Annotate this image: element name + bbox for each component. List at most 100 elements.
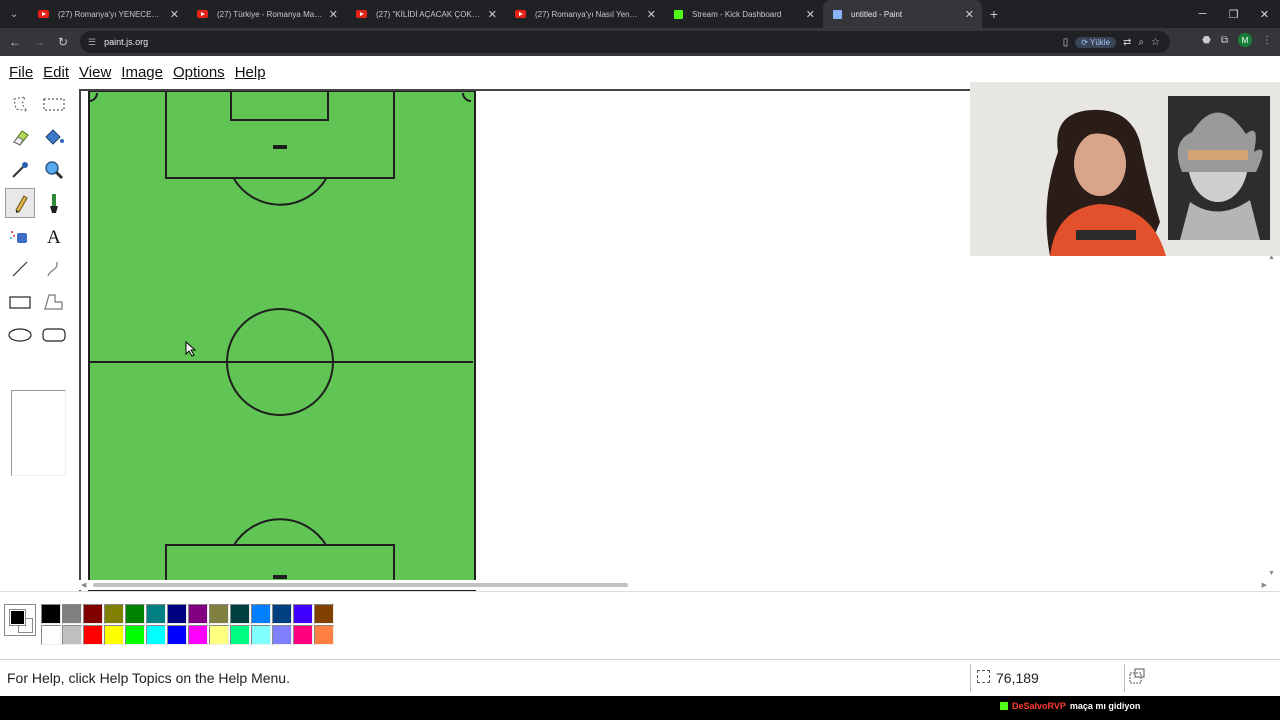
palette-swatch[interactable] [251, 625, 271, 645]
more-menu-icon[interactable]: ⋮ [1262, 35, 1272, 46]
translate-icon[interactable]: ⇄ [1123, 37, 1131, 48]
browser-tab[interactable]: (27) "KİLİDİ AÇACAK ÇOK FAZL... ✕ [346, 0, 505, 28]
close-window-icon[interactable]: ✕ [1249, 0, 1280, 28]
menu-help-label: Help [234, 64, 266, 81]
palette-swatch[interactable] [104, 604, 124, 624]
extension-icon[interactable]: ⬣ [1202, 35, 1211, 46]
youtube-icon [515, 10, 526, 18]
color-picker-tool[interactable] [5, 155, 35, 185]
palette-swatch[interactable] [272, 625, 292, 645]
back-icon[interactable]: ← [3, 35, 27, 49]
palette-swatch[interactable] [104, 625, 124, 645]
site-info-icon[interactable]: ☰ [88, 37, 96, 48]
palette-swatch[interactable] [125, 604, 145, 624]
brush-tool[interactable] [39, 188, 69, 218]
palette-swatch[interactable] [62, 604, 82, 624]
palette-swatch[interactable] [167, 625, 187, 645]
pencil-tool[interactable] [5, 188, 35, 218]
palette-swatch[interactable] [83, 625, 103, 645]
palette-swatch[interactable] [209, 625, 229, 645]
current-colors[interactable] [4, 604, 36, 636]
text-tool[interactable]: A [39, 221, 69, 251]
line-tool[interactable] [5, 254, 35, 284]
tab-search-icon[interactable]: ▯ [1063, 37, 1069, 48]
kick-icon [1000, 702, 1008, 710]
menu-file[interactable]: File [4, 64, 38, 81]
palette-swatch[interactable] [41, 625, 61, 645]
palette-swatch[interactable] [146, 625, 166, 645]
palette-swatch[interactable] [272, 604, 292, 624]
eraser-icon [13, 130, 29, 146]
horizontal-scrollbar[interactable]: ◀ ▶ [79, 580, 1269, 590]
tab-close-icon[interactable]: ✕ [170, 8, 179, 21]
horizontal-scroll-thumb[interactable] [93, 583, 628, 587]
palette-swatch[interactable] [293, 625, 313, 645]
palette-swatch[interactable] [188, 604, 208, 624]
brush-icon [50, 194, 58, 213]
extensions-puzzle-icon[interactable]: ⧉ [1221, 35, 1228, 46]
palette-swatch[interactable] [251, 604, 271, 624]
fill-tool[interactable] [39, 122, 69, 152]
tab-close-icon[interactable]: ✕ [329, 8, 338, 21]
scroll-left-icon[interactable]: ◀ [81, 581, 86, 589]
new-tab-button[interactable]: + [982, 6, 1006, 22]
menu-help[interactable]: Help [230, 64, 271, 81]
browser-tab[interactable]: (27) Romanya'yı Nasıl Yeneriz? ... ✕ [505, 0, 664, 28]
browser-tab[interactable]: untitled - Paint ✕ [823, 0, 982, 28]
palette-swatch[interactable] [41, 604, 61, 624]
tool-options-panel[interactable] [11, 390, 66, 476]
free-select-icon [13, 96, 29, 112]
scroll-right-icon[interactable]: ▶ [1262, 581, 1267, 589]
foreground-color[interactable] [9, 609, 26, 626]
rect-select-tool[interactable] [39, 89, 69, 119]
palette-swatch[interactable] [209, 604, 229, 624]
menu-view[interactable]: View [74, 64, 116, 81]
ellipse-tool[interactable] [5, 320, 35, 350]
palette-swatch[interactable] [293, 604, 313, 624]
minimize-icon[interactable]: ─ [1187, 0, 1218, 28]
free-select-tool[interactable] [5, 89, 35, 119]
forward-icon[interactable]: → [27, 35, 51, 49]
menu-image[interactable]: Image [116, 64, 168, 81]
rounded-rect-tool[interactable] [39, 320, 69, 350]
status-divider [970, 664, 971, 692]
tab-close-icon[interactable]: ✕ [806, 8, 815, 21]
tab-search-icon[interactable]: ⌄ [0, 0, 28, 28]
polygon-tool[interactable] [39, 287, 69, 317]
curve-tool[interactable] [39, 254, 69, 284]
status-bar: For Help, click Help Topics on the Help … [0, 659, 1280, 696]
browser-tab[interactable]: (27) Romanya'yı YENECEK 11'i ... ✕ [28, 0, 187, 28]
palette-swatch[interactable] [146, 604, 166, 624]
palette-swatch[interactable] [314, 625, 334, 645]
profile-avatar[interactable]: M [1238, 33, 1252, 47]
browser-tab[interactable]: (27) Türkiye - Romanya Maç Ön... ✕ [187, 0, 346, 28]
palette-swatch[interactable] [314, 604, 334, 624]
webcam-overlay [970, 82, 1280, 256]
airbrush-tool[interactable] [5, 221, 35, 251]
bookmark-star-icon[interactable]: ☆ [1151, 37, 1160, 48]
restore-icon[interactable]: ❐ [1218, 0, 1249, 28]
menu-edit[interactable]: Edit [38, 64, 74, 81]
rectangle-tool[interactable] [5, 287, 35, 317]
address-bar[interactable]: ☰ paint.js.org ▯ ⟳ Yükle ⇄ ⌕ ☆ [80, 31, 1170, 53]
palette-swatch[interactable] [83, 604, 103, 624]
magnifier-tool[interactable] [39, 155, 69, 185]
tab-close-icon[interactable]: ✕ [965, 8, 974, 21]
tab-close-icon[interactable]: ✕ [647, 8, 656, 21]
pencil-icon [15, 195, 28, 213]
scroll-down-icon[interactable]: ▼ [1268, 570, 1275, 577]
palette-swatch[interactable] [167, 604, 187, 624]
menu-options[interactable]: Options [168, 64, 230, 81]
drawing-canvas[interactable] [81, 91, 479, 591]
tab-close-icon[interactable]: ✕ [488, 8, 497, 21]
eraser-tool[interactable] [5, 122, 35, 152]
palette-swatch[interactable] [188, 625, 208, 645]
upload-button[interactable]: ⟳ Yükle [1075, 36, 1117, 48]
browser-tab[interactable]: Stream - Kick Dashboard ✕ [664, 0, 823, 28]
zoom-icon[interactable]: ⌕ [1138, 37, 1144, 48]
palette-swatch[interactable] [62, 625, 82, 645]
palette-swatch[interactable] [125, 625, 145, 645]
reload-icon[interactable]: ↻ [51, 35, 75, 49]
palette-swatch[interactable] [230, 625, 250, 645]
palette-swatch[interactable] [230, 604, 250, 624]
